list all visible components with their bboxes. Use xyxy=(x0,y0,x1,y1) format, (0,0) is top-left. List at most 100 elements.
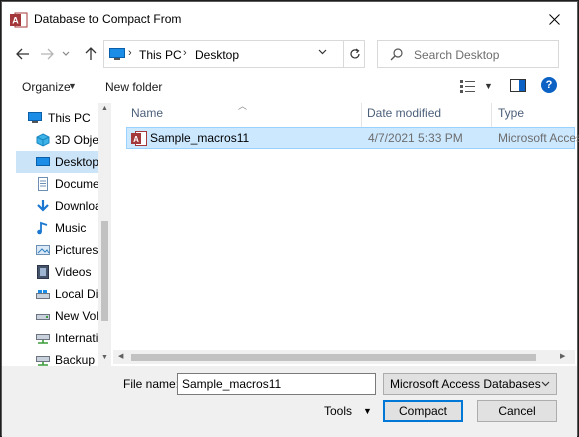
sidebar-item-desktop[interactable]: Desktop xyxy=(16,151,110,173)
column-header-date-modified[interactable]: Date modified xyxy=(367,106,441,128)
file-row[interactable]: A Sample_macros11 4/7/2021 5:33 PM Micro… xyxy=(126,127,579,149)
compact-button[interactable]: Compact xyxy=(383,400,463,422)
sidebar-item-new-volume[interactable]: New Volu xyxy=(16,305,110,327)
file-name-label: File name: xyxy=(123,377,180,391)
scrollbar-thumb[interactable] xyxy=(131,354,536,361)
chevron-down-icon xyxy=(541,381,550,387)
music-icon xyxy=(37,221,48,235)
sidebar-item-label: Music xyxy=(55,221,87,235)
network-drive-icon xyxy=(36,356,50,366)
close-button[interactable] xyxy=(531,2,577,36)
network-drive-icon xyxy=(36,334,50,344)
sidebar-item-label: Docume xyxy=(55,177,100,191)
window-title: Database to Compact From xyxy=(34,12,182,26)
sidebar-item-music[interactable]: Music xyxy=(16,217,110,239)
breadcrumb-separator-icon: › xyxy=(183,47,187,59)
search-placeholder: Search Desktop xyxy=(414,48,500,62)
chevron-down-icon[interactable] xyxy=(318,49,327,55)
sidebar-item-international[interactable]: Internatio xyxy=(16,327,110,349)
command-bar: Organize ▼ New folder ▼ ? xyxy=(2,74,577,100)
sidebar-item-label: Videos xyxy=(55,265,92,279)
breadcrumb-this-pc[interactable]: This PC xyxy=(139,48,182,62)
title-bar: A Database to Compact From xyxy=(2,2,577,36)
file-name: Sample_macros11 xyxy=(150,131,250,145)
refresh-icon xyxy=(349,48,360,59)
navigation-pane: This PC 3D Objec Desktop Docume Downloa … xyxy=(16,103,110,367)
caret-down-icon[interactable]: ▼ xyxy=(363,406,372,416)
chevron-down-icon xyxy=(62,51,70,56)
file-list: ︿ Name Date modified Type A Sample_macro… xyxy=(113,101,579,365)
documents-icon xyxy=(38,177,48,191)
file-list-horizontal-scrollbar[interactable]: ◀ ▶ xyxy=(113,350,575,364)
up-button[interactable] xyxy=(80,44,102,64)
close-icon xyxy=(548,13,560,25)
sidebar-item-label: Downloa xyxy=(55,199,102,213)
sidebar-item-label: Backup I xyxy=(55,353,102,367)
3d-objects-icon xyxy=(36,133,50,147)
file-name-input[interactable]: Sample_macros11 xyxy=(177,373,376,395)
up-arrow-icon xyxy=(85,47,97,60)
computer-icon xyxy=(28,112,42,123)
caret-down-icon[interactable]: ▼ xyxy=(484,81,493,91)
caret-down-icon[interactable]: ▼ xyxy=(68,81,77,91)
svg-text:A: A xyxy=(133,135,139,144)
sort-ascending-icon: ︿ xyxy=(238,101,248,111)
file-type-selected: Microsoft Access Databases xyxy=(390,377,541,391)
column-header-type[interactable]: Type xyxy=(498,106,524,128)
scroll-left-icon[interactable]: ◀ xyxy=(118,352,123,360)
sidebar-item-backup[interactable]: Backup I xyxy=(16,349,110,367)
scroll-down-icon[interactable]: ▼ xyxy=(101,354,108,361)
organize-button[interactable]: Organize xyxy=(22,80,71,94)
computer-icon xyxy=(109,48,125,60)
file-dialog: A Database to Compact From › This PC › D… xyxy=(1,1,579,437)
desktop-icon xyxy=(36,157,50,166)
videos-icon xyxy=(37,265,49,279)
view-options-icon[interactable] xyxy=(459,79,477,93)
forward-arrow-icon xyxy=(41,48,54,60)
drive-icon xyxy=(36,314,50,320)
sidebar-item-pictures[interactable]: Pictures xyxy=(16,239,110,261)
column-header-name[interactable]: Name xyxy=(131,106,163,128)
search-icon xyxy=(390,48,403,61)
forward-button[interactable] xyxy=(36,44,58,64)
tools-menu[interactable]: Tools xyxy=(324,404,352,418)
sidebar-item-this-pc[interactable]: This PC xyxy=(16,107,110,129)
breadcrumb-desktop[interactable]: Desktop xyxy=(195,48,239,62)
svg-text:A: A xyxy=(12,16,19,26)
address-bar[interactable]: › This PC › Desktop xyxy=(103,40,365,68)
scroll-up-icon[interactable]: ▲ xyxy=(101,105,108,112)
sidebar-item-label: Pictures xyxy=(55,243,99,257)
access-file-icon: A xyxy=(131,131,147,146)
pictures-icon xyxy=(36,245,50,255)
column-divider[interactable] xyxy=(491,103,492,127)
refresh-button[interactable] xyxy=(343,41,365,67)
new-folder-button[interactable]: New folder xyxy=(105,80,162,94)
scroll-right-icon[interactable]: ▶ xyxy=(560,352,565,360)
navigation-pane-scrollbar[interactable]: ▲ ▼ xyxy=(98,103,111,367)
sidebar-item-3d-objects[interactable]: 3D Objec xyxy=(16,129,110,151)
sidebar-item-documents[interactable]: Docume xyxy=(16,173,110,195)
access-app-icon: A xyxy=(10,12,28,28)
cancel-button[interactable]: Cancel xyxy=(477,400,557,422)
back-button[interactable] xyxy=(12,44,34,64)
back-arrow-icon xyxy=(16,48,29,60)
scrollbar-thumb[interactable] xyxy=(101,221,108,321)
sidebar-item-local-disk[interactable]: Local Dis xyxy=(16,283,110,305)
sidebar-item-downloads[interactable]: Downloa xyxy=(16,195,110,217)
file-type: Microsoft Access xyxy=(498,131,579,145)
recent-locations-button[interactable] xyxy=(60,44,72,64)
file-type-select[interactable]: Microsoft Access Databases xyxy=(383,373,557,395)
help-icon[interactable]: ? xyxy=(541,77,557,93)
sidebar-item-videos[interactable]: Videos xyxy=(16,261,110,283)
drive-icon xyxy=(36,290,50,299)
search-field[interactable]: Search Desktop xyxy=(377,40,559,68)
sidebar-item-label: Desktop xyxy=(55,155,100,169)
sidebar-item-label: Local Dis xyxy=(55,287,105,301)
column-divider[interactable] xyxy=(361,103,362,127)
breadcrumb-separator-icon: › xyxy=(128,47,132,59)
file-date-modified: 4/7/2021 5:33 PM xyxy=(368,131,463,145)
sidebar-item-label: This PC xyxy=(48,111,91,125)
navigation-bar: › This PC › Desktop Search Desktop xyxy=(2,38,577,70)
preview-pane-icon[interactable] xyxy=(510,79,526,92)
downloads-icon xyxy=(37,200,49,212)
